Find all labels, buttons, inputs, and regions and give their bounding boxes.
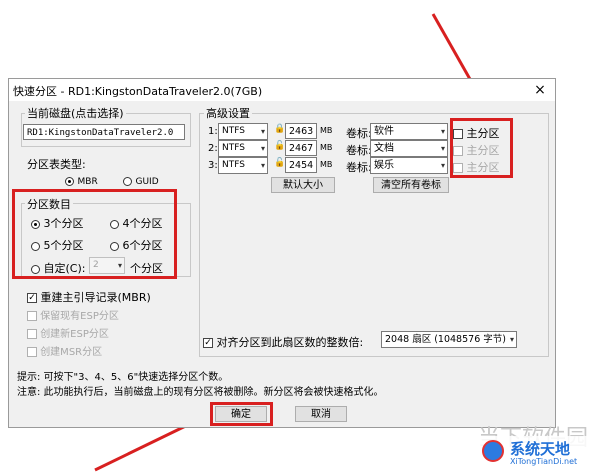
cancel-button[interactable]: 取消 bbox=[295, 406, 347, 422]
chevron-down-icon: ▾ bbox=[260, 161, 265, 170]
row-number: 2: bbox=[208, 143, 218, 154]
check-icon: ✓ bbox=[203, 338, 213, 348]
chevron-down-icon: ▾ bbox=[260, 127, 265, 136]
volume-name: 娱乐 bbox=[374, 160, 394, 171]
unlock-icon[interactable]: 🔓 bbox=[274, 158, 285, 168]
warning-text: 注意: 此功能执行后，当前磁盘上的现有分区将被删除。新分区将会被快速格式化。 bbox=[17, 387, 384, 398]
volume-name: 文档 bbox=[374, 143, 394, 154]
radio-icon bbox=[65, 176, 74, 186]
volume-label-caption: 卷标: bbox=[346, 161, 372, 174]
checkbox-icon bbox=[27, 329, 37, 339]
fs-select-3[interactable]: NTFS ▾ bbox=[218, 157, 268, 174]
title-bar: 快速分区 - RD1:KingstonDataTraveler2.0(7GB) … bbox=[9, 79, 555, 101]
keep-esp-label: 保留现有ESP分区 bbox=[40, 311, 119, 322]
chevron-down-icon: ▾ bbox=[509, 335, 514, 344]
fs-value: NTFS bbox=[222, 126, 245, 136]
volume-label-caption: 卷标: bbox=[346, 127, 372, 140]
size-field-2[interactable]: 2467 bbox=[285, 140, 317, 156]
fs-value: NTFS bbox=[222, 160, 245, 170]
table-type-guid-radio[interactable]: GUID bbox=[123, 174, 159, 187]
partition-count-highlight bbox=[12, 189, 177, 279]
chevron-down-icon: ▾ bbox=[440, 161, 445, 170]
rebuild-mbr-label: 重建主引导记录(MBR) bbox=[40, 291, 151, 304]
volume-label-caption: 卷标: bbox=[346, 144, 372, 157]
create-msr-checkbox[interactable]: 创建MSR分区 bbox=[27, 343, 102, 358]
advanced-settings-label: 高级设置 bbox=[204, 105, 252, 121]
checkbox-icon bbox=[27, 347, 37, 357]
ok-button-highlight bbox=[210, 402, 273, 426]
volume-name: 软件 bbox=[374, 126, 394, 137]
dialog-title: 快速分区 - RD1:KingstonDataTraveler2.0(7GB) bbox=[13, 85, 263, 98]
default-size-button[interactable]: 默认大小 bbox=[271, 177, 335, 193]
row-number: 3: bbox=[208, 160, 218, 171]
create-msr-label: 创建MSR分区 bbox=[40, 347, 103, 358]
size-field-1[interactable]: 2463 bbox=[285, 123, 317, 139]
align-label: 对齐分区到此扇区数的整数倍: bbox=[216, 336, 364, 349]
align-sector-select[interactable]: 2048 扇区 (1048576 字节) ▾ bbox=[381, 331, 517, 348]
table-type-label: 分区表类型: bbox=[27, 158, 86, 171]
check-icon: ✓ bbox=[27, 293, 37, 303]
lock-icon[interactable]: 🔒 bbox=[274, 124, 285, 134]
size-field-3[interactable]: 2454 bbox=[285, 157, 317, 173]
create-esp-label: 创建新ESP分区 bbox=[40, 329, 109, 340]
unit-label: MB bbox=[320, 126, 333, 135]
clear-all-labels-button[interactable]: 清空所有卷标 bbox=[373, 177, 449, 193]
quick-partition-dialog: 快速分区 - RD1:KingstonDataTraveler2.0(7GB) … bbox=[8, 78, 556, 428]
logo-icon bbox=[482, 440, 504, 462]
current-disk-label: 当前磁盘(点击选择) bbox=[25, 105, 126, 121]
volume-name-select-2[interactable]: 文档 ▾ bbox=[370, 140, 448, 157]
chevron-down-icon: ▾ bbox=[260, 144, 265, 153]
radio-icon bbox=[123, 176, 132, 186]
watermark-url: XiTongTianDi.net bbox=[510, 457, 578, 466]
align-checkbox[interactable]: ✓ 对齐分区到此扇区数的整数倍: bbox=[203, 334, 363, 350]
fs-select-2[interactable]: NTFS ▾ bbox=[218, 140, 268, 157]
volume-name-select-3[interactable]: 娱乐 ▾ bbox=[370, 157, 448, 174]
close-icon[interactable]: × bbox=[531, 81, 549, 99]
guid-label: GUID bbox=[135, 177, 159, 187]
table-type-mbr-radio[interactable]: MBR bbox=[65, 174, 98, 187]
row-number: 1: bbox=[208, 126, 218, 137]
current-disk-field[interactable]: RD1:KingstonDataTraveler2.0 bbox=[23, 124, 185, 140]
fs-select-1[interactable]: NTFS ▾ bbox=[218, 123, 268, 140]
unlock-icon[interactable]: 🔓 bbox=[274, 141, 285, 151]
hint-text: 提示: 可按下"3、4、5、6"快速选择分区个数。 bbox=[17, 372, 229, 383]
volume-name-select-1[interactable]: 软件 ▾ bbox=[370, 123, 448, 140]
primary-partition-highlight bbox=[450, 118, 513, 178]
watermark-name: 系统天地 bbox=[510, 440, 571, 458]
checkbox-icon bbox=[27, 311, 37, 321]
chevron-down-icon: ▾ bbox=[440, 144, 445, 153]
keep-esp-checkbox[interactable]: 保留现有ESP分区 bbox=[27, 307, 119, 322]
watermark-logo: 系统天地 XiTongTianDi.net bbox=[480, 436, 600, 472]
align-value: 2048 扇区 (1048576 字节) bbox=[385, 334, 506, 345]
fs-value: NTFS bbox=[222, 143, 245, 153]
rebuild-mbr-checkbox[interactable]: ✓ 重建主引导记录(MBR) bbox=[27, 289, 151, 305]
mbr-label: MBR bbox=[77, 177, 98, 187]
unit-label: MB bbox=[320, 143, 333, 152]
unit-label: MB bbox=[320, 160, 333, 169]
chevron-down-icon: ▾ bbox=[440, 127, 445, 136]
create-esp-checkbox[interactable]: 创建新ESP分区 bbox=[27, 325, 109, 340]
